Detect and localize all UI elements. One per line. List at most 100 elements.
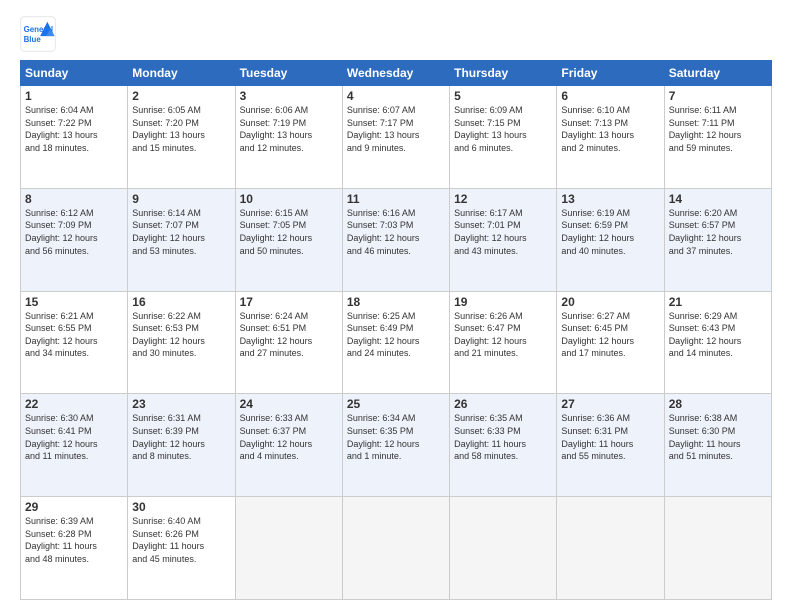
header-thursday: Thursday	[450, 61, 557, 86]
day-number: 4	[347, 89, 445, 103]
header-monday: Monday	[128, 61, 235, 86]
table-row: 2Sunrise: 6:05 AMSunset: 7:20 PMDaylight…	[128, 86, 235, 189]
day-number: 27	[561, 397, 659, 411]
cell-info: Sunrise: 6:15 AMSunset: 7:05 PMDaylight:…	[240, 207, 338, 257]
table-row: 26Sunrise: 6:35 AMSunset: 6:33 PMDayligh…	[450, 394, 557, 497]
table-row: 18Sunrise: 6:25 AMSunset: 6:49 PMDayligh…	[342, 291, 449, 394]
table-row: 16Sunrise: 6:22 AMSunset: 6:53 PMDayligh…	[128, 291, 235, 394]
cell-info: Sunrise: 6:40 AMSunset: 6:26 PMDaylight:…	[132, 515, 230, 565]
header: General Blue	[20, 16, 772, 52]
table-row: 21Sunrise: 6:29 AMSunset: 6:43 PMDayligh…	[664, 291, 771, 394]
cell-info: Sunrise: 6:26 AMSunset: 6:47 PMDaylight:…	[454, 310, 552, 360]
header-wednesday: Wednesday	[342, 61, 449, 86]
table-row: 4Sunrise: 6:07 AMSunset: 7:17 PMDaylight…	[342, 86, 449, 189]
cell-info: Sunrise: 6:30 AMSunset: 6:41 PMDaylight:…	[25, 412, 123, 462]
table-row: 29Sunrise: 6:39 AMSunset: 6:28 PMDayligh…	[21, 497, 128, 600]
day-number: 14	[669, 192, 767, 206]
day-number: 9	[132, 192, 230, 206]
table-row: 25Sunrise: 6:34 AMSunset: 6:35 PMDayligh…	[342, 394, 449, 497]
header-sunday: Sunday	[21, 61, 128, 86]
calendar-table: Sunday Monday Tuesday Wednesday Thursday…	[20, 60, 772, 600]
cell-info: Sunrise: 6:20 AMSunset: 6:57 PMDaylight:…	[669, 207, 767, 257]
table-row: 3Sunrise: 6:06 AMSunset: 7:19 PMDaylight…	[235, 86, 342, 189]
cell-info: Sunrise: 6:11 AMSunset: 7:11 PMDaylight:…	[669, 104, 767, 154]
table-row	[342, 497, 449, 600]
cell-info: Sunrise: 6:34 AMSunset: 6:35 PMDaylight:…	[347, 412, 445, 462]
cell-info: Sunrise: 6:16 AMSunset: 7:03 PMDaylight:…	[347, 207, 445, 257]
cell-info: Sunrise: 6:31 AMSunset: 6:39 PMDaylight:…	[132, 412, 230, 462]
svg-text:Blue: Blue	[24, 35, 42, 44]
day-number: 7	[669, 89, 767, 103]
cell-info: Sunrise: 6:25 AMSunset: 6:49 PMDaylight:…	[347, 310, 445, 360]
day-number: 12	[454, 192, 552, 206]
calendar-week-row: 1Sunrise: 6:04 AMSunset: 7:22 PMDaylight…	[21, 86, 772, 189]
table-row: 28Sunrise: 6:38 AMSunset: 6:30 PMDayligh…	[664, 394, 771, 497]
day-number: 2	[132, 89, 230, 103]
table-row: 13Sunrise: 6:19 AMSunset: 6:59 PMDayligh…	[557, 188, 664, 291]
header-tuesday: Tuesday	[235, 61, 342, 86]
table-row: 23Sunrise: 6:31 AMSunset: 6:39 PMDayligh…	[128, 394, 235, 497]
cell-info: Sunrise: 6:39 AMSunset: 6:28 PMDaylight:…	[25, 515, 123, 565]
cell-info: Sunrise: 6:21 AMSunset: 6:55 PMDaylight:…	[25, 310, 123, 360]
table-row	[664, 497, 771, 600]
day-number: 22	[25, 397, 123, 411]
day-number: 30	[132, 500, 230, 514]
day-number: 24	[240, 397, 338, 411]
calendar-week-row: 8Sunrise: 6:12 AMSunset: 7:09 PMDaylight…	[21, 188, 772, 291]
day-number: 6	[561, 89, 659, 103]
table-row: 6Sunrise: 6:10 AMSunset: 7:13 PMDaylight…	[557, 86, 664, 189]
cell-info: Sunrise: 6:22 AMSunset: 6:53 PMDaylight:…	[132, 310, 230, 360]
cell-info: Sunrise: 6:24 AMSunset: 6:51 PMDaylight:…	[240, 310, 338, 360]
day-number: 29	[25, 500, 123, 514]
day-number: 1	[25, 89, 123, 103]
day-number: 18	[347, 295, 445, 309]
cell-info: Sunrise: 6:33 AMSunset: 6:37 PMDaylight:…	[240, 412, 338, 462]
day-number: 17	[240, 295, 338, 309]
cell-info: Sunrise: 6:35 AMSunset: 6:33 PMDaylight:…	[454, 412, 552, 462]
cell-info: Sunrise: 6:19 AMSunset: 6:59 PMDaylight:…	[561, 207, 659, 257]
table-row	[557, 497, 664, 600]
cell-info: Sunrise: 6:17 AMSunset: 7:01 PMDaylight:…	[454, 207, 552, 257]
cell-info: Sunrise: 6:07 AMSunset: 7:17 PMDaylight:…	[347, 104, 445, 154]
cell-info: Sunrise: 6:38 AMSunset: 6:30 PMDaylight:…	[669, 412, 767, 462]
day-number: 28	[669, 397, 767, 411]
table-row: 5Sunrise: 6:09 AMSunset: 7:15 PMDaylight…	[450, 86, 557, 189]
day-number: 23	[132, 397, 230, 411]
table-row: 11Sunrise: 6:16 AMSunset: 7:03 PMDayligh…	[342, 188, 449, 291]
cell-info: Sunrise: 6:04 AMSunset: 7:22 PMDaylight:…	[25, 104, 123, 154]
table-row: 19Sunrise: 6:26 AMSunset: 6:47 PMDayligh…	[450, 291, 557, 394]
day-number: 5	[454, 89, 552, 103]
day-number: 3	[240, 89, 338, 103]
day-number: 13	[561, 192, 659, 206]
table-row: 27Sunrise: 6:36 AMSunset: 6:31 PMDayligh…	[557, 394, 664, 497]
cell-info: Sunrise: 6:12 AMSunset: 7:09 PMDaylight:…	[25, 207, 123, 257]
table-row: 24Sunrise: 6:33 AMSunset: 6:37 PMDayligh…	[235, 394, 342, 497]
day-number: 19	[454, 295, 552, 309]
table-row	[450, 497, 557, 600]
calendar-week-row: 22Sunrise: 6:30 AMSunset: 6:41 PMDayligh…	[21, 394, 772, 497]
cell-info: Sunrise: 6:09 AMSunset: 7:15 PMDaylight:…	[454, 104, 552, 154]
table-row: 15Sunrise: 6:21 AMSunset: 6:55 PMDayligh…	[21, 291, 128, 394]
header-friday: Friday	[557, 61, 664, 86]
day-number: 20	[561, 295, 659, 309]
table-row: 30Sunrise: 6:40 AMSunset: 6:26 PMDayligh…	[128, 497, 235, 600]
day-number: 25	[347, 397, 445, 411]
logo-icon: General Blue	[20, 16, 56, 52]
day-number: 10	[240, 192, 338, 206]
table-row: 12Sunrise: 6:17 AMSunset: 7:01 PMDayligh…	[450, 188, 557, 291]
cell-info: Sunrise: 6:14 AMSunset: 7:07 PMDaylight:…	[132, 207, 230, 257]
table-row: 1Sunrise: 6:04 AMSunset: 7:22 PMDaylight…	[21, 86, 128, 189]
calendar-week-row: 15Sunrise: 6:21 AMSunset: 6:55 PMDayligh…	[21, 291, 772, 394]
day-number: 8	[25, 192, 123, 206]
day-number: 16	[132, 295, 230, 309]
page: General Blue Sunday Monday Tuesday Wedne…	[0, 0, 792, 612]
table-row: 9Sunrise: 6:14 AMSunset: 7:07 PMDaylight…	[128, 188, 235, 291]
day-number: 11	[347, 192, 445, 206]
day-number: 26	[454, 397, 552, 411]
table-row: 7Sunrise: 6:11 AMSunset: 7:11 PMDaylight…	[664, 86, 771, 189]
table-row: 22Sunrise: 6:30 AMSunset: 6:41 PMDayligh…	[21, 394, 128, 497]
table-row: 14Sunrise: 6:20 AMSunset: 6:57 PMDayligh…	[664, 188, 771, 291]
table-row: 20Sunrise: 6:27 AMSunset: 6:45 PMDayligh…	[557, 291, 664, 394]
cell-info: Sunrise: 6:27 AMSunset: 6:45 PMDaylight:…	[561, 310, 659, 360]
cell-info: Sunrise: 6:36 AMSunset: 6:31 PMDaylight:…	[561, 412, 659, 462]
